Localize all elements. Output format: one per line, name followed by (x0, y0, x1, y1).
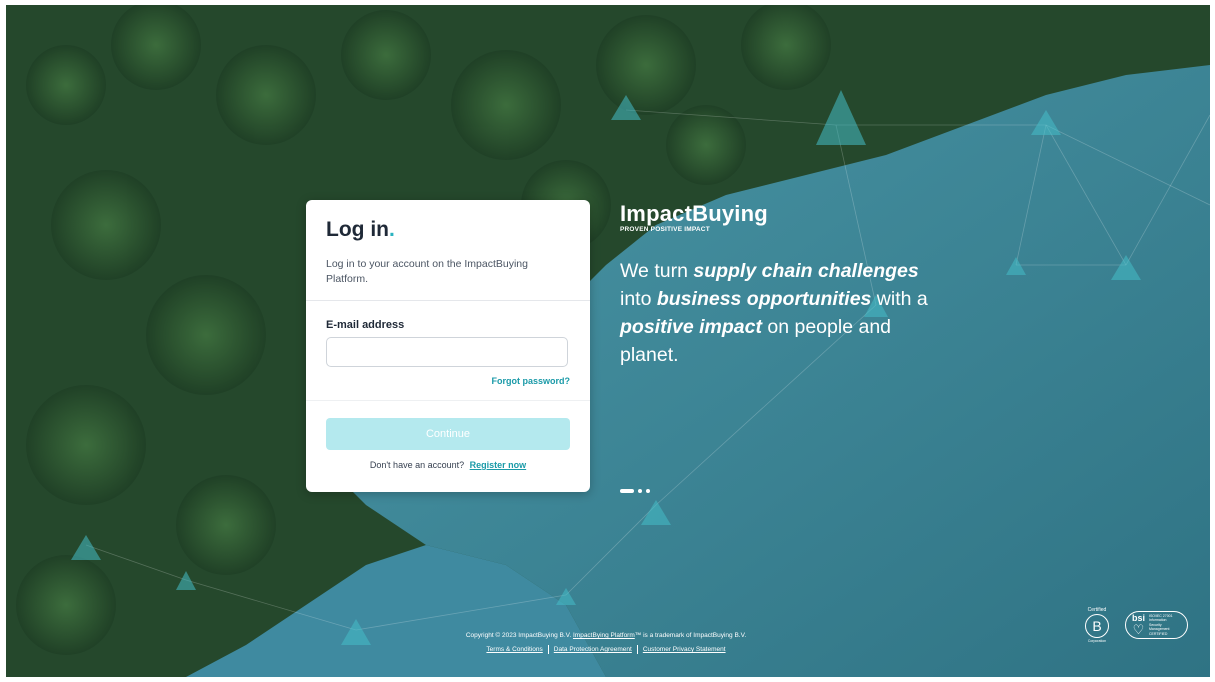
data-protection-link[interactable]: Data Protection Agreement (554, 646, 632, 653)
headline-emphasis: business opportunities (656, 288, 872, 310)
terms-conditions-link[interactable]: Terms & Conditions (486, 646, 542, 653)
bsi-badge: bsi ♡ ISO/IEC 27001 Information Security… (1124, 611, 1188, 639)
bcorp-badge: Certified B Corporation (1084, 607, 1109, 643)
headline-emphasis: supply chain challenges (693, 260, 919, 282)
divider (306, 400, 590, 401)
headline-text: with a (871, 288, 928, 310)
email-label: E-mail address (326, 319, 405, 331)
bcorp-b-icon: B (1084, 614, 1109, 638)
headline-emphasis: positive impact (620, 316, 762, 338)
heart-icon: ♡ (1132, 622, 1145, 637)
bcorp-corporation-text: Corporation (1087, 639, 1107, 643)
login-title: Log in. (326, 218, 395, 241)
carousel-dot-active[interactable] (620, 489, 634, 493)
brand-tagline: PROVEN POSITIVE IMPACT (620, 226, 710, 233)
impactbuying-logo: ImpactBuying (620, 201, 768, 226)
forgot-password-link[interactable]: Forgot password? (492, 376, 571, 386)
carousel-dot[interactable] (646, 489, 650, 493)
carousel-indicator (620, 489, 650, 493)
bcorp-certified-text: Certified (1087, 607, 1107, 613)
no-account-text: Don't have an account? (369, 460, 465, 470)
separator (636, 644, 638, 654)
copyright-line: Copyright © 2023 ImpactBuying B.V. Impac… (306, 629, 906, 643)
headline-text: We turn (620, 260, 694, 282)
divider (306, 300, 590, 301)
footer: Copyright © 2023 ImpactBuying B.V. Impac… (306, 629, 906, 657)
login-subtitle: Log in to your account on the ImpactBuyi… (326, 258, 528, 285)
login-card: Log in. Log in to your account on the Im… (306, 200, 590, 492)
register-now-link[interactable]: Register now (470, 460, 527, 470)
headline-text: into (620, 288, 657, 310)
platform-link[interactable]: ImpactBying Platform (573, 632, 635, 639)
copyright-text: Copyright © 2023 ImpactBuying B.V. (465, 632, 573, 639)
carousel-dot[interactable] (638, 489, 642, 493)
iso-text: ISO/IEC 27001 Information Security Manag… (1149, 613, 1173, 636)
email-input[interactable] (326, 337, 568, 367)
bsi-kitemark-icon: bsi ♡ (1132, 614, 1145, 637)
continue-button[interactable]: Continue (326, 418, 570, 450)
register-prompt: Don't have an account? Register now (306, 460, 590, 470)
background-image: Log in. Log in to your account on the Im… (6, 5, 1210, 677)
separator (547, 644, 549, 654)
certification-badges: Certified B Corporation bsi ♡ ISO/IEC 27… (1084, 607, 1188, 643)
footer-links: Terms & Conditions Data Protection Agreem… (306, 643, 906, 657)
hero-headline: We turn supply chain challenges into bus… (620, 257, 940, 369)
trademark-text: ™ is a trademark of ImpactBuying B.V. (634, 632, 747, 639)
network-pattern-overlay (71, 90, 1210, 645)
privacy-statement-link[interactable]: Customer Privacy Statement (643, 646, 726, 653)
brand-block: ImpactBuying PROVEN POSITIVE IMPACT (620, 201, 768, 233)
